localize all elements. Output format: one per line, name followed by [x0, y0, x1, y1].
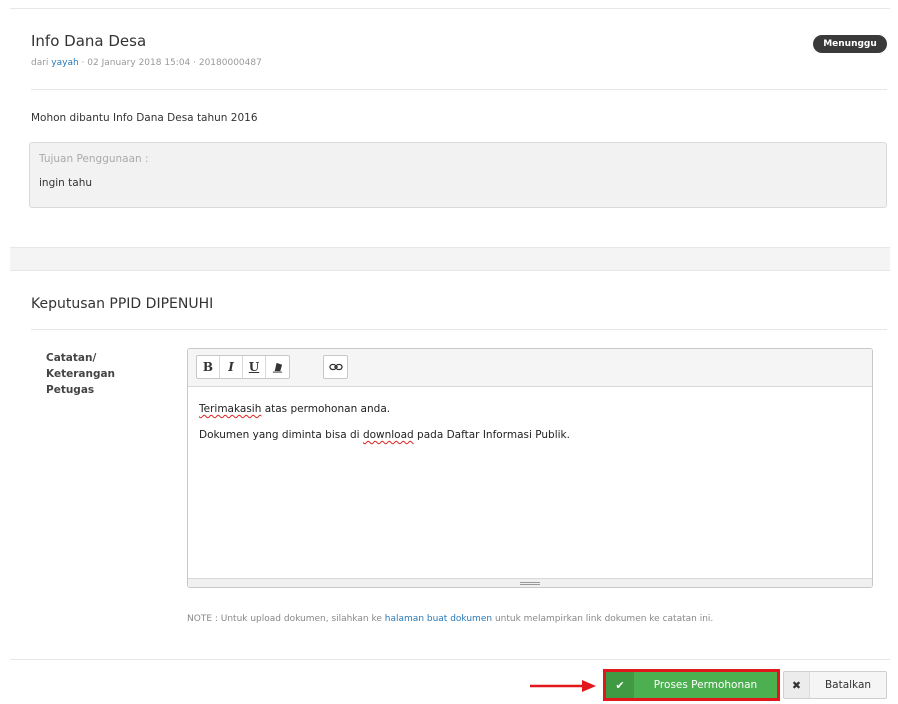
top-divider: [10, 8, 890, 9]
divider: [31, 329, 887, 330]
link-icon: [328, 363, 343, 371]
request-message: Mohon dibantu Info Dana Desa tahun 2016: [31, 112, 258, 124]
request-title: Info Dana Desa: [31, 32, 147, 50]
purpose-value: ingin tahu: [39, 177, 93, 189]
bold-button[interactable]: B: [197, 356, 220, 378]
note-prefix: NOTE : Untuk upload dokumen, silahkan ke: [187, 614, 385, 624]
clear-format-button[interactable]: [266, 356, 289, 378]
upload-note: NOTE : Untuk upload dokumen, silahkan ke…: [187, 614, 713, 624]
process-request-button[interactable]: ✔ Proses Permohonan: [603, 669, 780, 701]
purpose-box: Tujuan Penggunaan : ingin tahu: [29, 142, 887, 208]
cancel-label: Batalkan: [824, 679, 872, 691]
note-suffix: untuk melampirkan link dokumen ke catata…: [492, 614, 714, 624]
meta-details: · 02 January 2018 15:04 · 20180000487: [78, 58, 262, 68]
times-icon: ✖: [784, 672, 810, 698]
decision-title: Keputusan PPID DIPENUHI: [31, 296, 214, 312]
editor-resize-bar[interactable]: [188, 578, 872, 587]
misspelled-word: download: [362, 429, 414, 441]
meta-prefix: dari: [31, 58, 52, 68]
requester-link[interactable]: yayah: [51, 58, 78, 68]
underline-button[interactable]: U: [243, 356, 266, 378]
request-meta: dari yayah · 02 January 2018 15:04 · 201…: [31, 58, 262, 68]
arrow-pointer-icon: [530, 680, 596, 692]
process-request-label: Proses Permohonan: [653, 679, 758, 691]
editor-toolbar: B I U: [188, 349, 872, 387]
editor-content[interactable]: Terimakasih atas permohonan anda. Dokume…: [199, 401, 570, 453]
divider: [10, 659, 890, 660]
link-button-group: [323, 355, 348, 379]
purpose-label: Tujuan Penggunaan :: [39, 153, 149, 165]
editor-paragraph: Terimakasih atas permohonan anda.: [199, 401, 570, 417]
editor-text: atas permohonan anda.: [261, 403, 391, 415]
editor-text: pada Daftar Informasi Publik.: [413, 429, 570, 441]
editor-paragraph: Dokumen yang diminta bisa di download pa…: [199, 427, 570, 443]
format-button-group: B I U: [196, 355, 290, 379]
misspelled-word: Terimakasih: [199, 403, 262, 415]
create-document-link[interactable]: halaman buat dokumen: [385, 614, 492, 624]
link-button[interactable]: [324, 356, 347, 378]
italic-button[interactable]: I: [220, 356, 243, 378]
editor-text: Dokumen yang diminta bisa di: [199, 429, 363, 441]
check-icon: ✔: [606, 672, 634, 698]
status-badge: Menunggu: [813, 35, 887, 53]
notes-field-label: Catatan/ Keterangan Petugas: [46, 352, 116, 396]
eraser-icon: [272, 362, 283, 373]
cancel-button[interactable]: ✖ Batalkan: [783, 671, 887, 699]
resize-handle-icon[interactable]: [520, 582, 540, 585]
section-separator: [10, 247, 890, 271]
divider: [31, 89, 887, 90]
notes-editor[interactable]: B I U Terimakasih atas permohonan anda.: [187, 348, 873, 588]
